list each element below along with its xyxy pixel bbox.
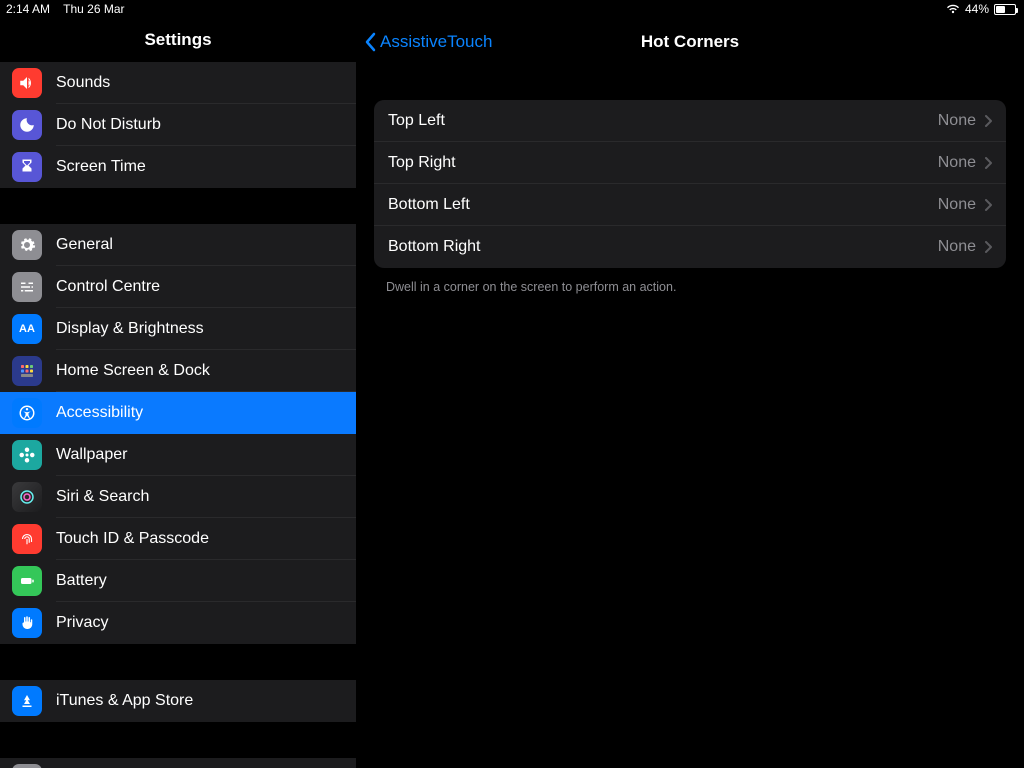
- sidebar-item-label: Do Not Disturb: [56, 116, 161, 134]
- sidebar-item-label: Touch ID & Passcode: [56, 530, 209, 548]
- row-label: Top Left: [388, 112, 938, 130]
- sidebar-item-label: iTunes & App Store: [56, 692, 193, 710]
- sidebar-item-label: Screen Time: [56, 158, 146, 176]
- sidebar-item-label: Wallpaper: [56, 446, 127, 464]
- status-bar: 2:14 AM Thu 26 Mar 44%: [0, 0, 1024, 20]
- sidebar-item-label: General: [56, 236, 113, 254]
- sidebar-item-privacy[interactable]: Privacy: [0, 602, 356, 644]
- row-label: Bottom Left: [388, 196, 938, 214]
- status-right: 44%: [946, 2, 1016, 16]
- row-value: None: [938, 196, 976, 214]
- sidebar-item-sounds[interactable]: Sounds: [0, 62, 356, 104]
- flower-icon: [12, 440, 42, 470]
- sidebar-item-label: Display & Brightness: [56, 320, 204, 338]
- content-pane: AssistiveTouch Hot Corners Top Left None…: [356, 20, 1024, 768]
- key-icon: [12, 764, 42, 768]
- sidebar-item-label: Accessibility: [56, 404, 143, 422]
- hot-corner-top-right[interactable]: Top Right None: [374, 142, 1006, 184]
- status-left: 2:14 AM Thu 26 Mar: [6, 2, 125, 16]
- back-label: AssistiveTouch: [380, 32, 492, 52]
- sidebar-title: Settings: [0, 20, 356, 62]
- row-label: Top Right: [388, 154, 938, 172]
- sidebar-item-screentime[interactable]: Screen Time: [0, 146, 356, 188]
- sidebar-item-label: Sounds: [56, 74, 110, 92]
- chevron-right-icon: [984, 115, 992, 127]
- sidebar-item-wallpaper[interactable]: Wallpaper: [0, 434, 356, 476]
- sidebar-item-controlcentre[interactable]: Control Centre: [0, 266, 356, 308]
- sidebar-item-passwords[interactable]: Passwords & Accounts: [0, 758, 356, 768]
- sidebar-item-dnd[interactable]: Do Not Disturb: [0, 104, 356, 146]
- siri-icon: [12, 482, 42, 512]
- sidebar-item-label: Privacy: [56, 614, 108, 632]
- hot-corners-panel: Top Left None Top Right None Bottom Left…: [374, 100, 1006, 268]
- sidebar-group: iTunes & App Store: [0, 680, 356, 722]
- status-date: Thu 26 Mar: [63, 2, 124, 16]
- content-header: AssistiveTouch Hot Corners: [356, 20, 1024, 64]
- chevron-right-icon: [984, 199, 992, 211]
- chevron-left-icon: [364, 32, 376, 52]
- accessibility-icon: [12, 398, 42, 428]
- settings-sidebar: Settings Sounds Do Not Disturb Screen Ti…: [0, 20, 356, 768]
- back-button[interactable]: AssistiveTouch: [356, 32, 492, 52]
- moon-icon: [12, 110, 42, 140]
- row-value: None: [938, 238, 976, 256]
- row-label: Bottom Right: [388, 238, 938, 256]
- row-value: None: [938, 154, 976, 172]
- sidebar-item-label: Home Screen & Dock: [56, 362, 210, 380]
- chevron-right-icon: [984, 157, 992, 169]
- sidebar-item-accessibility[interactable]: Accessibility: [0, 392, 356, 434]
- fingerprint-icon: [12, 524, 42, 554]
- sliders-icon: [12, 272, 42, 302]
- sidebar-item-label: Battery: [56, 572, 107, 590]
- sidebar-item-touchid[interactable]: Touch ID & Passcode: [0, 518, 356, 560]
- sidebar-group: Passwords & Accounts: [0, 758, 356, 768]
- hot-corner-top-left[interactable]: Top Left None: [374, 100, 1006, 142]
- sidebar-item-label: Siri & Search: [56, 488, 149, 506]
- battery-icon: [12, 566, 42, 596]
- sidebar-item-label: Control Centre: [56, 278, 160, 296]
- hot-corner-bottom-left[interactable]: Bottom Left None: [374, 184, 1006, 226]
- status-time: 2:14 AM: [6, 2, 50, 16]
- appstore-icon: [12, 686, 42, 716]
- battery-icon: [994, 4, 1016, 15]
- sidebar-group: General Control Centre AA Display & Brig…: [0, 224, 356, 644]
- hot-corner-bottom-right[interactable]: Bottom Right None: [374, 226, 1006, 268]
- sidebar-item-homedock[interactable]: Home Screen & Dock: [0, 350, 356, 392]
- grid-icon: [12, 356, 42, 386]
- sidebar-item-general[interactable]: General: [0, 224, 356, 266]
- sidebar-item-display[interactable]: AA Display & Brightness: [0, 308, 356, 350]
- hand-icon: [12, 608, 42, 638]
- sidebar-item-battery[interactable]: Battery: [0, 560, 356, 602]
- row-value: None: [938, 112, 976, 130]
- footer-note: Dwell in a corner on the screen to perfo…: [386, 280, 994, 294]
- wifi-icon: [946, 4, 960, 14]
- sounds-icon: [12, 68, 42, 98]
- chevron-right-icon: [984, 241, 992, 253]
- status-battery-pct: 44%: [965, 2, 989, 16]
- sidebar-item-itunes[interactable]: iTunes & App Store: [0, 680, 356, 722]
- hourglass-icon: [12, 152, 42, 182]
- sidebar-item-siri[interactable]: Siri & Search: [0, 476, 356, 518]
- sidebar-group: Sounds Do Not Disturb Screen Time: [0, 62, 356, 188]
- gear-icon: [12, 230, 42, 260]
- text-size-icon: AA: [12, 314, 42, 344]
